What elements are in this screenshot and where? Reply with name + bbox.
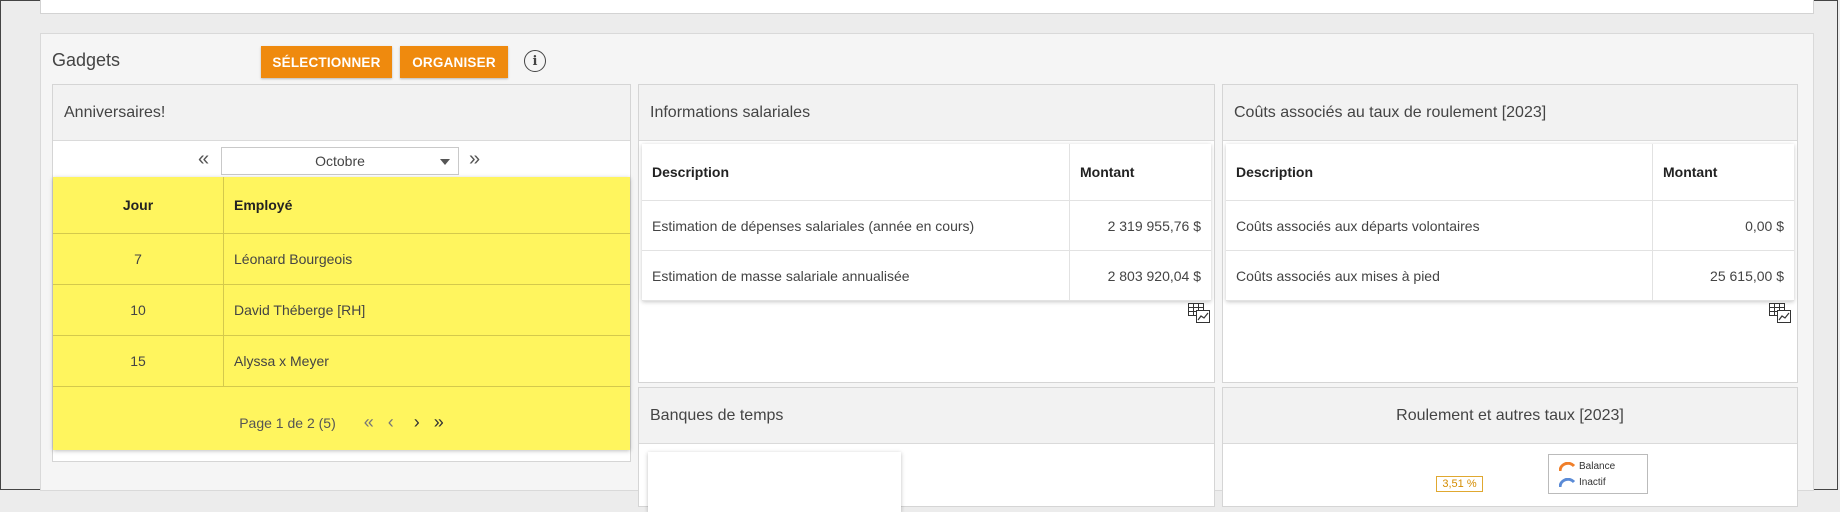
first-page-icon[interactable]: « (364, 412, 374, 433)
time-banks-card: Banques de temps (638, 387, 1215, 512)
table-row[interactable]: Estimation de masse salariale annualisée… (642, 250, 1211, 301)
previous-month-icon[interactable]: « (198, 148, 209, 170)
column-header-day[interactable]: Jour (53, 177, 224, 234)
column-header-amount[interactable]: Montant (1069, 144, 1211, 201)
table-header-row: Description Montant (642, 144, 1211, 201)
select-button[interactable]: SÉLECTIONNER (261, 46, 392, 78)
table-row[interactable]: 10 David Théberge [RH] (53, 284, 630, 336)
column-header-employee[interactable]: Employé (223, 177, 630, 234)
turnover-costs-card: Coûts associés au taux de roulement [202… (1222, 84, 1798, 383)
pager: Page 1 de 2 (5) « ‹ › » (53, 395, 630, 450)
turnover-costs-table: Description Montant Coûts associés aux d… (1226, 144, 1794, 301)
table-row[interactable]: Estimation de dépenses salariales (année… (642, 200, 1211, 251)
cell-employee: Léonard Bourgeois (223, 233, 630, 285)
table-chart-icon[interactable] (1769, 303, 1791, 323)
legend-item: Inactif (1559, 477, 1606, 488)
cell-amount: 0,00 $ (1652, 200, 1794, 251)
salary-info-card: Informations salariales Description Mont… (638, 84, 1215, 383)
salary-info-title: Informations salariales (639, 85, 1214, 141)
column-header-amount[interactable]: Montant (1652, 144, 1794, 201)
cell-description: Coûts associés aux départs volontaires (1226, 200, 1653, 251)
legend-label: Inactif (1579, 477, 1606, 488)
last-page-icon[interactable]: » (434, 412, 444, 433)
legend-swatch-icon (1559, 461, 1575, 471)
turnover-table-box: Description Montant Coûts associés aux d… (1226, 144, 1794, 301)
time-banks-content (648, 452, 901, 512)
column-header-description[interactable]: Description (1226, 144, 1653, 201)
cell-day: 15 (53, 335, 224, 387)
birthdays-table: Jour Employé 7 Léonard Bourgeois 10 Davi… (53, 177, 630, 387)
salary-table: Description Montant Estimation de dépens… (642, 144, 1211, 301)
legend-swatch-icon (1559, 477, 1575, 487)
cell-employee: Alyssa x Meyer (223, 335, 630, 387)
cell-amount: 2 803 920,04 $ (1069, 250, 1211, 301)
table-header-row: Description Montant (1226, 144, 1794, 201)
salary-table-box: Description Montant Estimation de dépens… (642, 144, 1211, 301)
cell-description: Coûts associés aux mises à pied (1226, 250, 1653, 301)
turnover-rates-card: Roulement et autres taux [2023] (1222, 387, 1798, 507)
next-page-icon[interactable]: › (414, 412, 420, 433)
month-select[interactable]: Octobre (221, 147, 459, 175)
birthdays-card: Anniversaires! « Octobre » Jour Employé … (52, 84, 631, 462)
organize-button[interactable]: ORGANISER (400, 46, 508, 78)
next-month-icon[interactable]: » (469, 148, 480, 170)
cell-day: 10 (53, 284, 224, 336)
cell-amount: 2 319 955,76 $ (1069, 200, 1211, 251)
cell-day: 7 (53, 233, 224, 285)
info-icon[interactable]: i (524, 50, 546, 72)
cell-employee: David Théberge [RH] (223, 284, 630, 336)
month-select-value: Octobre (315, 153, 365, 169)
time-banks-title: Banques de temps (639, 388, 1214, 444)
turnover-costs-title: Coûts associés au taux de roulement [202… (1223, 85, 1797, 141)
birthdays-title: Anniversaires! (53, 85, 630, 141)
birthdays-table-area: Jour Employé 7 Léonard Bourgeois 10 Davi… (53, 177, 630, 450)
cell-description: Estimation de masse salariale annualisée (642, 250, 1070, 301)
pager-info: Page 1 de 2 (5) (239, 414, 336, 431)
cell-amount: 25 615,00 $ (1652, 250, 1794, 301)
legend-label: Balance (1579, 461, 1616, 472)
table-row[interactable]: Coûts associés aux départs volontaires 0… (1226, 200, 1794, 251)
top-panel (40, 0, 1814, 14)
table-row[interactable]: Coûts associés aux mises à pied 25 615,0… (1226, 250, 1794, 301)
chevron-down-icon (440, 159, 450, 165)
table-row[interactable]: 7 Léonard Bourgeois (53, 233, 630, 285)
chart-legend: Balance Inactif (1548, 454, 1648, 494)
cell-description: Estimation de dépenses salariales (année… (642, 200, 1070, 251)
legend-item: Balance (1559, 461, 1615, 472)
table-chart-icon[interactable] (1188, 303, 1210, 323)
month-navigation: « Octobre » (53, 145, 630, 175)
table-header-row: Jour Employé (53, 177, 630, 234)
table-row[interactable]: 15 Alyssa x Meyer (53, 335, 630, 387)
turnover-rates-title: Roulement et autres taux [2023] (1223, 388, 1797, 444)
rate-badge: 3,51 % (1436, 476, 1483, 492)
column-header-description[interactable]: Description (642, 144, 1070, 201)
previous-page-icon[interactable]: ‹ (388, 412, 394, 433)
gadgets-title: Gadgets (52, 50, 121, 70)
